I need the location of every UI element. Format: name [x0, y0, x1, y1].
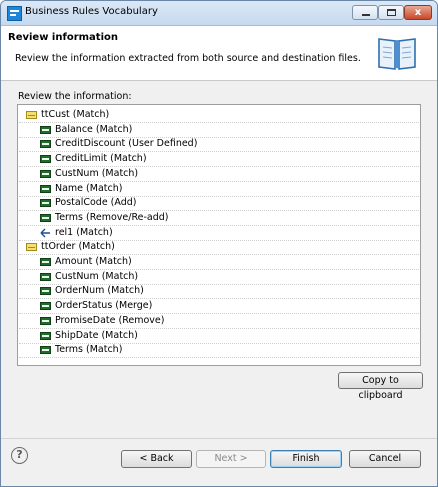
close-icon: x — [414, 7, 422, 18]
window-title: Business Rules Vocabulary — [25, 6, 158, 17]
tree-node-label: OrderStatus (Merge) — [55, 300, 153, 312]
tree-node-label: Terms (Match) — [55, 344, 123, 356]
tree-field-node[interactable]: CreditDiscount (User Defined) — [19, 137, 419, 153]
tree-node-label: OrderNum (Match) — [55, 285, 144, 297]
field-icon — [40, 316, 51, 325]
tree-field-node[interactable]: Amount (Match) — [19, 255, 419, 270]
footer-separator — [1, 438, 437, 439]
field-icon — [40, 346, 51, 355]
tree-node-label: Name (Match) — [55, 182, 123, 194]
field-icon — [40, 155, 51, 164]
field-icon — [40, 287, 51, 296]
tree-field-node[interactable]: CreditLimit (Match) — [19, 152, 419, 168]
field-icon — [40, 125, 51, 134]
tree-node-label: Terms (Remove/Re-add) — [55, 211, 169, 223]
review-tree[interactable]: ttCust (Match) Balance (Match) CreditDisco… — [17, 104, 421, 366]
dialog-window: Business Rules Vocabulary x Review infor… — [0, 0, 438, 487]
tree-table-node[interactable]: ttCust (Match) — [19, 108, 419, 123]
tree-field-node[interactable]: CustNum (Match) — [19, 167, 419, 182]
tree-field-node[interactable]: OrderStatus (Merge) — [19, 299, 419, 315]
tree-node-label: CustNum (Match) — [55, 167, 139, 179]
tree-field-node[interactable]: OrderNum (Match) — [19, 284, 419, 300]
table-icon — [26, 111, 37, 119]
tree-field-node[interactable]: PostalCode (Add) — [19, 196, 419, 212]
maximize-icon — [387, 9, 396, 16]
field-icon — [40, 199, 51, 208]
field-icon — [40, 140, 51, 149]
page-description: Review the information extracted from bo… — [15, 53, 361, 64]
review-label: Review the information: — [18, 91, 132, 102]
minimize-icon — [362, 14, 370, 16]
tree-field-node[interactable]: PromiseDate (Remove) — [19, 314, 419, 329]
tree-node-label: ttCust (Match) — [41, 109, 110, 120]
back-button[interactable]: < Back — [121, 450, 192, 468]
tree-field-node[interactable]: Balance (Match) — [19, 123, 419, 138]
title-bar[interactable]: Business Rules Vocabulary x — [1, 1, 437, 26]
help-icon[interactable]: ? — [11, 447, 28, 464]
tree-node-label: CustNum (Match) — [55, 270, 139, 282]
close-button[interactable]: x — [404, 5, 432, 20]
wizard-header: Review information Review the informatio… — [1, 26, 437, 81]
tree-field-node[interactable]: Name (Match) — [19, 182, 419, 197]
field-icon — [40, 184, 51, 193]
tree-table-node[interactable]: ttOrder (Match) — [19, 240, 419, 256]
minimize-button[interactable] — [352, 5, 378, 20]
maximize-button[interactable] — [378, 5, 404, 20]
copy-to-clipboard-button[interactable]: Copy to clipboard — [338, 372, 423, 401]
tree-field-node[interactable]: rel1 (Match) — [19, 226, 419, 241]
tree-node-label: PostalCode (Add) — [55, 197, 137, 209]
page-title: Review information — [8, 32, 118, 43]
app-icon — [7, 6, 22, 21]
book-icon — [378, 38, 416, 70]
tree-node-label: rel1 (Match) — [55, 226, 113, 238]
finish-button[interactable]: Finish — [270, 450, 342, 468]
relation-icon — [40, 228, 50, 238]
tree-field-node[interactable]: Terms (Match) — [19, 343, 419, 359]
field-icon — [40, 169, 51, 178]
tree-node-label: ttOrder (Match) — [41, 241, 115, 253]
field-icon — [40, 258, 51, 266]
tree-node-label: CreditDiscount (User Defined) — [55, 138, 198, 150]
cancel-button[interactable]: Cancel — [349, 450, 421, 468]
field-icon — [40, 272, 51, 281]
field-icon — [40, 331, 51, 340]
tree-node-label: Balance (Match) — [55, 123, 133, 135]
field-icon — [40, 302, 51, 311]
tree-field-node[interactable]: Terms (Remove/Re-add) — [19, 211, 419, 226]
table-icon — [26, 243, 37, 252]
tree-node-label: PromiseDate (Remove) — [55, 314, 165, 326]
tree-node-label: CreditLimit (Match) — [55, 153, 147, 165]
tree-field-node[interactable]: CustNum (Match) — [19, 270, 419, 285]
tree-node-label: ShipDate (Match) — [55, 329, 138, 341]
field-icon — [40, 213, 51, 222]
tree-node-label: Amount (Match) — [55, 256, 132, 267]
tree-field-node[interactable]: ShipDate (Match) — [19, 329, 419, 344]
next-button: Next > — [196, 450, 266, 468]
